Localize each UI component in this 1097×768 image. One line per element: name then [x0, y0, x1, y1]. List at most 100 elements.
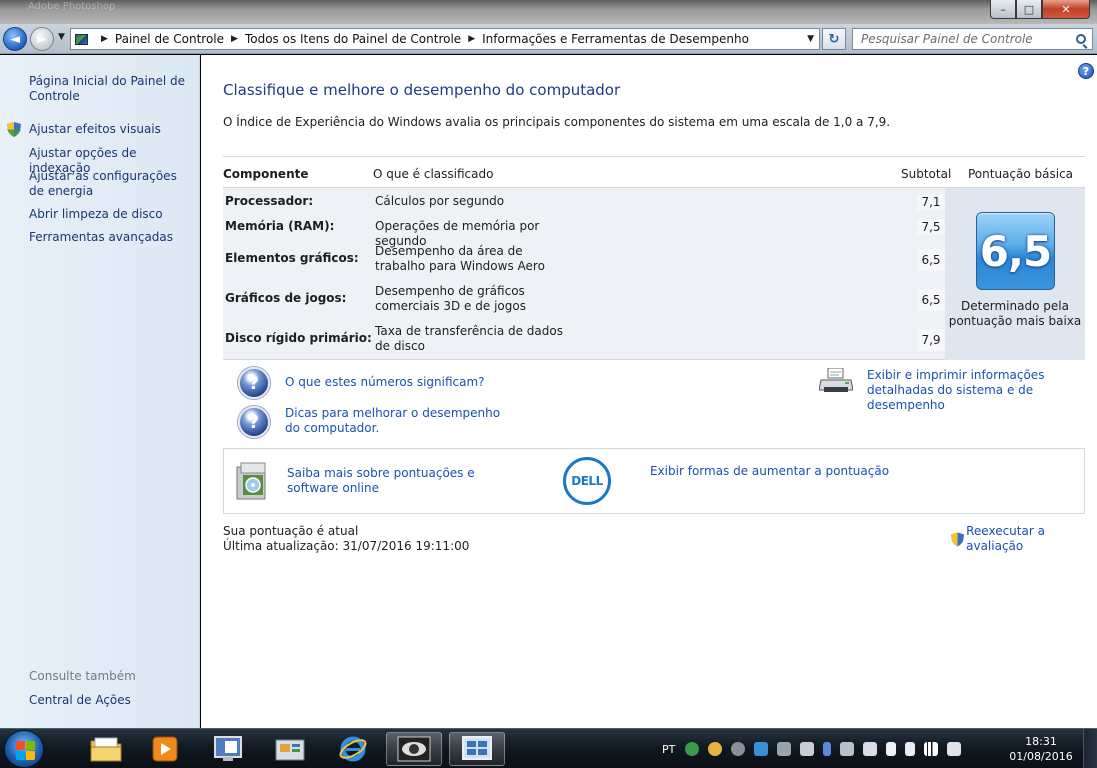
promo-box: Saiba mais sobre pontuações e software o… [223, 448, 1085, 514]
row-subtotal: 6,5 [917, 289, 945, 311]
table-row: Gráficos de jogos: Desempenho de gráfico… [223, 284, 945, 316]
table-row: Elementos gráficos: Desempenho da área d… [223, 244, 945, 276]
row-subtotal: 7,9 [917, 329, 945, 351]
row-description: Desempenho da área de trabalho para Wind… [375, 244, 545, 273]
base-score-badge: 6,5 [976, 212, 1055, 290]
header-base-score: Pontuação básica [968, 167, 1074, 181]
base-score-caption: Determinado pela pontuação mais baixa [948, 299, 1082, 328]
tray-chat-icon[interactable] [777, 742, 792, 756]
address-bar[interactable]: ▶ Painel de Controle ▶ Todos os Itens do… [70, 28, 820, 50]
minimize-button[interactable]: – [990, 0, 1016, 19]
row-subtotal: 7,5 [917, 219, 945, 235]
start-button[interactable] [4, 730, 44, 768]
uac-shield-icon [951, 531, 965, 547]
tray-security-icon[interactable] [708, 742, 723, 756]
printer-icon [819, 368, 853, 392]
taskbar-photo-viewer-icon[interactable] [386, 732, 442, 766]
row-component: Elementos gráficos: [225, 251, 359, 265]
row-subtotal: 7,1 [917, 194, 945, 210]
show-desktop-button[interactable] [1083, 729, 1097, 768]
table-row: Disco rígido primário: Taxa de transferê… [223, 324, 945, 356]
rerun-assessment[interactable]: Reexecutar a avaliação [951, 524, 1097, 554]
see-also-heading: Consulte também [29, 669, 136, 683]
tray-usb-icon[interactable] [840, 742, 855, 756]
battery-icon[interactable] [905, 742, 916, 756]
system-tray: PT [650, 729, 970, 768]
search-input[interactable] [861, 32, 1061, 46]
taskbar-control-panel-icon[interactable] [262, 732, 318, 766]
taskbar-media-player-icon[interactable] [137, 732, 193, 766]
row-component: Processador: [225, 194, 314, 208]
search-icon[interactable] [1076, 34, 1086, 44]
dell-logo[interactable]: DELL [563, 457, 611, 505]
tray-accessibility-icon[interactable] [863, 742, 878, 756]
breadcrumb-chevron-icon[interactable]: ▶ [468, 34, 475, 44]
background-window-title: Adobe Photoshop [28, 1, 116, 12]
maximize-button[interactable]: □ [1016, 0, 1042, 19]
taskbar-clock[interactable]: 18:31 01/08/2016 [1006, 734, 1076, 764]
question-icon: ? [238, 367, 270, 399]
row-description: Desempenho de gráficos comerciais 3D e d… [375, 284, 526, 313]
page-title: Classifique e melhore o desempenho do co… [223, 81, 621, 99]
sidebar-item-disk-cleanup[interactable]: Abrir limpeza de disco [29, 207, 194, 222]
search-box[interactable] [852, 28, 1093, 50]
print-details-link[interactable]: Exibir e imprimir informações detalhadas… [867, 368, 1092, 413]
header-rated: O que é classificado [373, 167, 494, 181]
header-subtotal: Subtotal [901, 167, 952, 181]
status-block: Sua pontuação é atual Última atualização… [223, 524, 469, 554]
rerun-link[interactable]: Reexecutar a avaliação [966, 524, 1097, 554]
intro-text: O Índice de Experiência do Windows avali… [223, 115, 891, 129]
row-description: Taxa de transferência de dados de disco [375, 324, 563, 353]
breadcrumb-control-panel[interactable]: Painel de Controle [115, 32, 224, 46]
uac-shield-icon [7, 122, 21, 137]
tray-network-agent-icon[interactable] [754, 742, 769, 756]
help-icon[interactable]: ? [1078, 63, 1094, 79]
taskbar-internet-explorer-icon[interactable] [325, 732, 381, 766]
row-subtotal: 6,5 [917, 249, 945, 271]
score-table: Componente O que é classificado Subtotal… [223, 156, 1085, 360]
action-center-flag-icon[interactable] [886, 742, 897, 756]
base-score-value: 6,5 [979, 226, 1052, 276]
window-titlebar: Adobe Photoshop – □ ✕ [0, 0, 1097, 24]
base-score-panel: 6,5 Determinado pela pontuação mais baix… [945, 188, 1085, 360]
tray-update-icon[interactable] [685, 742, 700, 756]
language-indicator[interactable]: PT [662, 743, 675, 756]
tray-webcam-icon[interactable] [731, 742, 746, 756]
software-box-icon [236, 462, 266, 500]
address-dropdown-icon[interactable]: ▼ [807, 34, 814, 44]
refresh-button[interactable]: ↻ [822, 28, 846, 50]
tips-link[interactable]: Dicas para melhorar o desempenho do comp… [285, 406, 505, 436]
clock-date: 01/08/2016 [1009, 750, 1073, 763]
sidebar-item-control-panel-home[interactable]: Página Inicial do Painel de Controle [29, 74, 194, 104]
control-panel-icon [75, 33, 88, 45]
volume-icon[interactable] [947, 742, 962, 756]
forward-button[interactable]: ► [30, 27, 54, 51]
meaning-link[interactable]: O que estes números significam? [285, 375, 485, 390]
breadcrumb-chevron-icon[interactable]: ▶ [101, 34, 108, 44]
clock-time: 18:31 [1025, 735, 1057, 748]
row-component: Memória (RAM): [225, 219, 335, 233]
sidebar-item-action-center[interactable]: Central de Ações [29, 693, 194, 708]
header-component: Componente [223, 167, 309, 181]
taskbar-remote-desktop-icon[interactable] [200, 732, 256, 766]
increase-score-link[interactable]: Exibir formas de aumentar a pontuação [650, 464, 889, 479]
row-component: Disco rígido primário: [225, 331, 372, 345]
taskbar-performance-info-icon[interactable] [449, 732, 505, 766]
tray-display-icon[interactable] [800, 742, 815, 756]
wifi-signal-icon[interactable] [924, 742, 939, 756]
sidebar-item-visual-effects[interactable]: Ajustar efeitos visuais [29, 122, 194, 137]
breadcrumb-all-items[interactable]: Todos os Itens do Painel de Controle [245, 32, 461, 46]
breadcrumb-chevron-icon[interactable]: ▶ [231, 34, 238, 44]
close-button[interactable]: ✕ [1042, 0, 1090, 19]
table-body: Processador: Cálculos por segundo 7,1 Me… [223, 188, 1085, 360]
back-button[interactable]: ◄ [3, 27, 27, 51]
table-row: Memória (RAM): Operações de memória por … [223, 219, 945, 248]
learn-more-link[interactable]: Saiba mais sobre pontuações e software o… [287, 466, 527, 496]
table-row: Processador: Cálculos por segundo 7,1 [223, 194, 945, 214]
bluetooth-icon[interactable] [823, 742, 832, 756]
breadcrumb-performance[interactable]: Informações e Ferramentas de Desempenho [482, 32, 749, 46]
recent-pages-chevron-icon[interactable]: ▼ [58, 32, 65, 42]
sidebar-item-advanced-tools[interactable]: Ferramentas avançadas [29, 230, 194, 245]
sidebar-item-power-settings[interactable]: Ajustar as configurações de energia [29, 169, 194, 199]
taskbar-explorer-folder-icon[interactable] [78, 732, 134, 766]
